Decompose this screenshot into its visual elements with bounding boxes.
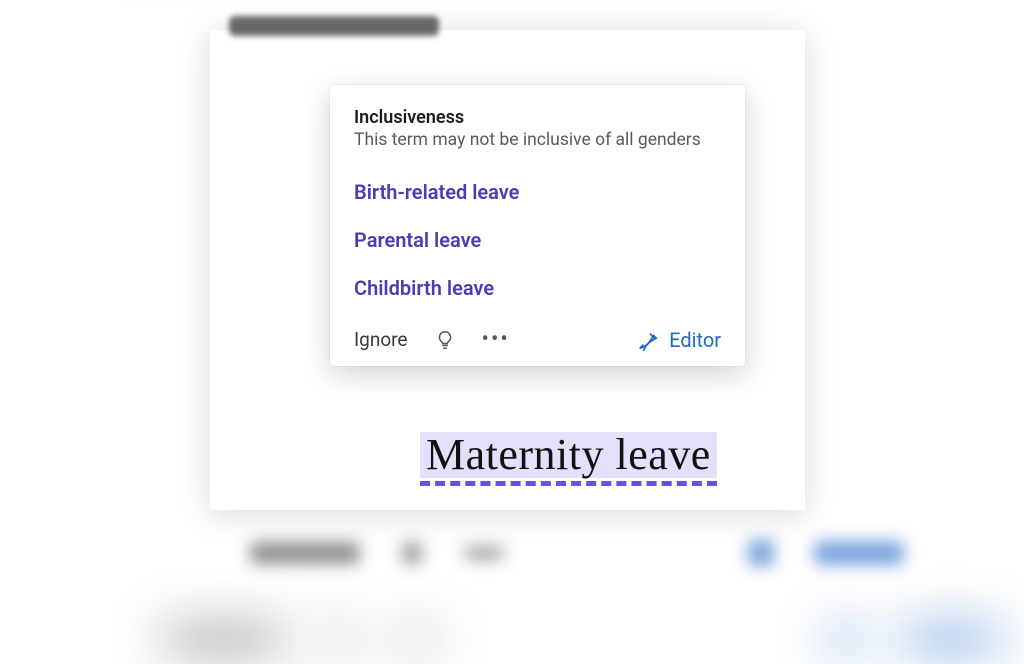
inclusiveness-underline bbox=[420, 481, 717, 486]
flagged-term-highlight[interactable]: Maternity leave bbox=[420, 432, 717, 478]
popover-description: This term may not be inclusive of all ge… bbox=[354, 130, 721, 152]
popover-footer: Ignore ••• bbox=[354, 322, 721, 352]
blurred-footer-ghost bbox=[250, 530, 904, 576]
document-heading-placeholder bbox=[229, 16, 439, 36]
editor-link-label: Editor bbox=[669, 328, 721, 352]
suggestion-option[interactable]: Birth-related leave bbox=[354, 168, 721, 216]
stage: Maternity leave Inclusiveness This term … bbox=[0, 0, 1024, 576]
feather-pen-icon bbox=[637, 329, 659, 351]
open-editor-button[interactable]: Editor bbox=[637, 328, 721, 352]
popover-title: Inclusiveness bbox=[354, 107, 721, 128]
suggestion-option[interactable]: Parental leave bbox=[354, 216, 721, 264]
ignore-button[interactable]: Ignore bbox=[354, 328, 408, 351]
editor-suggestion-popover: Inclusiveness This term may not be inclu… bbox=[330, 85, 745, 366]
suggestion-option[interactable]: Childbirth leave bbox=[354, 264, 721, 312]
document-page: Maternity leave Inclusiveness This term … bbox=[210, 30, 805, 510]
lightbulb-icon[interactable] bbox=[434, 329, 456, 351]
more-options-icon[interactable]: ••• bbox=[482, 334, 510, 345]
flagged-term-text: Maternity leave bbox=[426, 430, 711, 479]
